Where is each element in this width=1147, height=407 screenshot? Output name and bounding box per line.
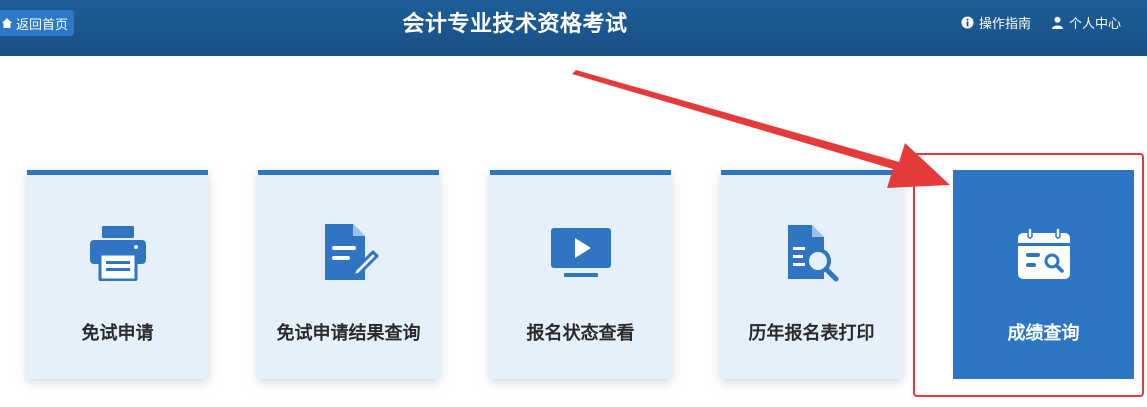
page-title: 会计专业技术资格考试 [402, 12, 628, 37]
play-monitor-icon [550, 228, 611, 277]
card-label: 历年报名表打印 [748, 323, 875, 344]
card-label: 报名状态查看 [526, 323, 635, 344]
card-exemption-apply[interactable]: 免试申请 [27, 170, 208, 379]
user-center-link[interactable]: 个人中心 [1051, 13, 1121, 32]
document-edit-icon [324, 224, 378, 280]
user-center-label: 个人中心 [1068, 17, 1121, 32]
card-label: 免试申请 [81, 323, 154, 344]
user-icon [1051, 16, 1064, 29]
printer-icon [89, 226, 146, 281]
document-search-icon [787, 225, 838, 282]
guide-label: 操作指南 [978, 17, 1031, 32]
card-past-forms-print[interactable]: 历年报名表打印 [721, 170, 902, 379]
info-icon [961, 16, 974, 29]
top-bar: 返回首页 会计专业技术资格考试 操作指南 个人中心 [0, 0, 1147, 56]
guide-link[interactable]: 操作指南 [961, 13, 1031, 32]
highlight-box [913, 153, 1144, 397]
card-registration-status[interactable]: 报名状态查看 [490, 170, 671, 379]
card-exemption-result[interactable]: 免试申请结果查询 [258, 170, 439, 379]
header-links: 操作指南 个人中心 [961, 13, 1121, 32]
card-label: 免试申请结果查询 [276, 323, 421, 344]
